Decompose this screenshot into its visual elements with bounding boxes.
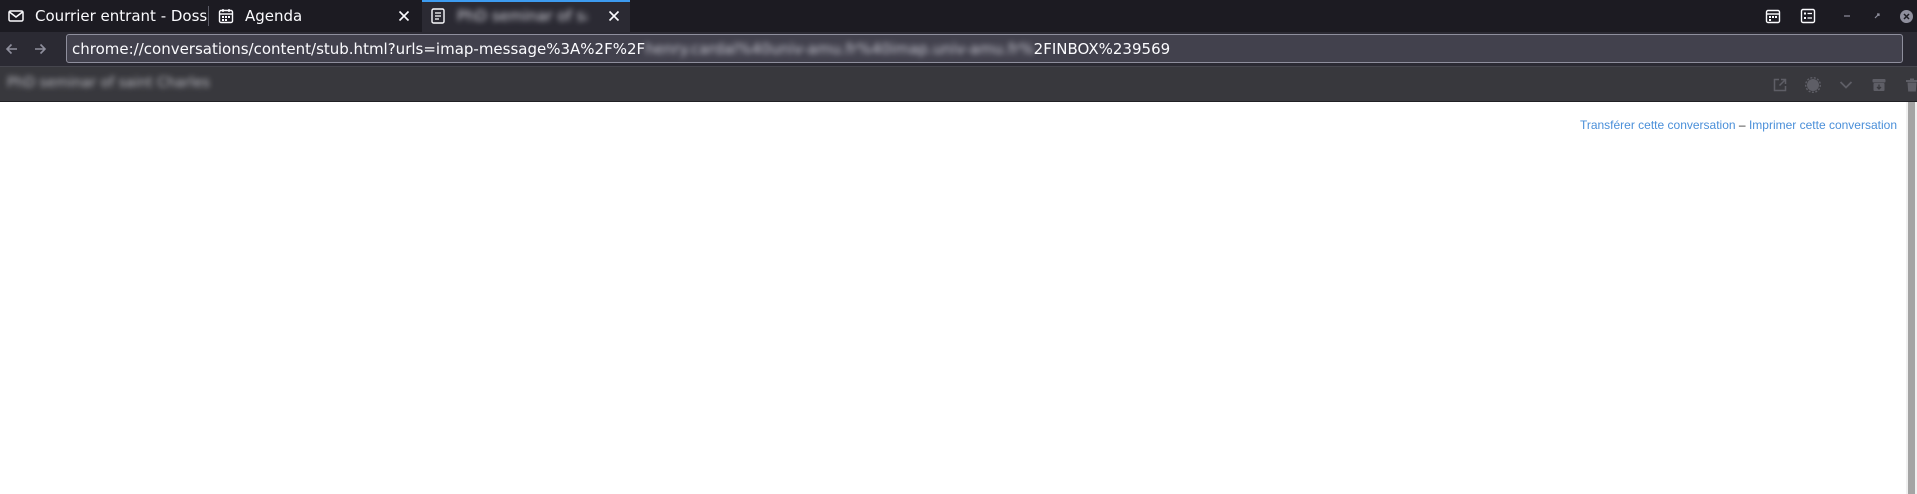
conversation-subject: PhD seminar of saint Charles [7,75,210,91]
tab-label: Agenda [245,7,303,25]
close-tab-button[interactable] [394,6,414,26]
tab-label: PhD seminar of saint Charles [457,7,587,25]
archive-button[interactable] [1870,76,1888,94]
calendar-icon [1765,9,1781,24]
scrollbar-thumb[interactable] [1908,102,1915,494]
close-window-button[interactable] [1897,7,1915,25]
tab-inbox[interactable]: Courrier entrant - Dossiers [0,0,207,32]
tab-agenda[interactable]: Agenda [210,0,420,32]
tab-strip: Courrier entrant - Dossiers Agenda PhD s… [0,0,1917,32]
chevron-down-icon [1839,81,1853,89]
navigation-bar: chrome://conversations/content/stub.html… [0,32,1917,66]
trash-icon [1906,78,1917,92]
calendar-icon [218,9,234,24]
close-icon [1899,9,1913,23]
conversation-header: PhD seminar of saint Charles [0,66,1917,102]
url-field[interactable]: chrome://conversations/content/stub.html… [66,34,1903,63]
close-icon [398,10,410,22]
forward-button[interactable] [30,40,50,58]
scrollbar[interactable] [1906,102,1917,494]
restore-button[interactable] [1868,7,1886,25]
close-tab-button[interactable] [604,6,624,26]
arrow-left-icon [5,43,17,55]
url-obscured-part: henry.cardal%40univ-amu.fr%40imap.univ-a… [645,39,1034,58]
conversation-links: Transférer cette conversation – Imprimer… [1580,118,1897,132]
restore-icon [1874,13,1880,19]
tag-icon [1805,77,1821,93]
url-suffix: 2FINBOX%239569 [1033,39,1171,58]
delete-button[interactable] [1903,76,1917,94]
link-separator: – [1738,118,1746,132]
mail-icon [8,10,24,22]
arrow-right-icon [35,43,47,55]
back-button[interactable] [2,40,22,58]
calendar-button[interactable] [1764,7,1782,25]
archive-icon [1872,79,1886,91]
minimize-icon [1844,15,1850,17]
minimize-button[interactable] [1838,7,1856,25]
tab-label: Courrier entrant - Dossiers [35,7,207,25]
close-icon [608,10,620,22]
url-prefix: chrome://conversations/content/stub.html… [72,39,646,58]
tasks-button[interactable] [1799,7,1817,25]
forward-conversation-link[interactable]: Transférer cette conversation [1580,118,1736,132]
tasks-icon [1800,8,1816,24]
open-in-new-tab-button[interactable] [1771,76,1789,94]
print-conversation-link[interactable]: Imprimer cette conversation [1749,118,1897,132]
tab-conversation[interactable]: PhD seminar of saint Charles [422,0,630,32]
open-external-icon [1773,78,1787,92]
message-icon [431,8,445,24]
more-options-button[interactable] [1837,76,1855,94]
tag-button[interactable] [1804,76,1822,94]
tab-divider [208,6,209,26]
